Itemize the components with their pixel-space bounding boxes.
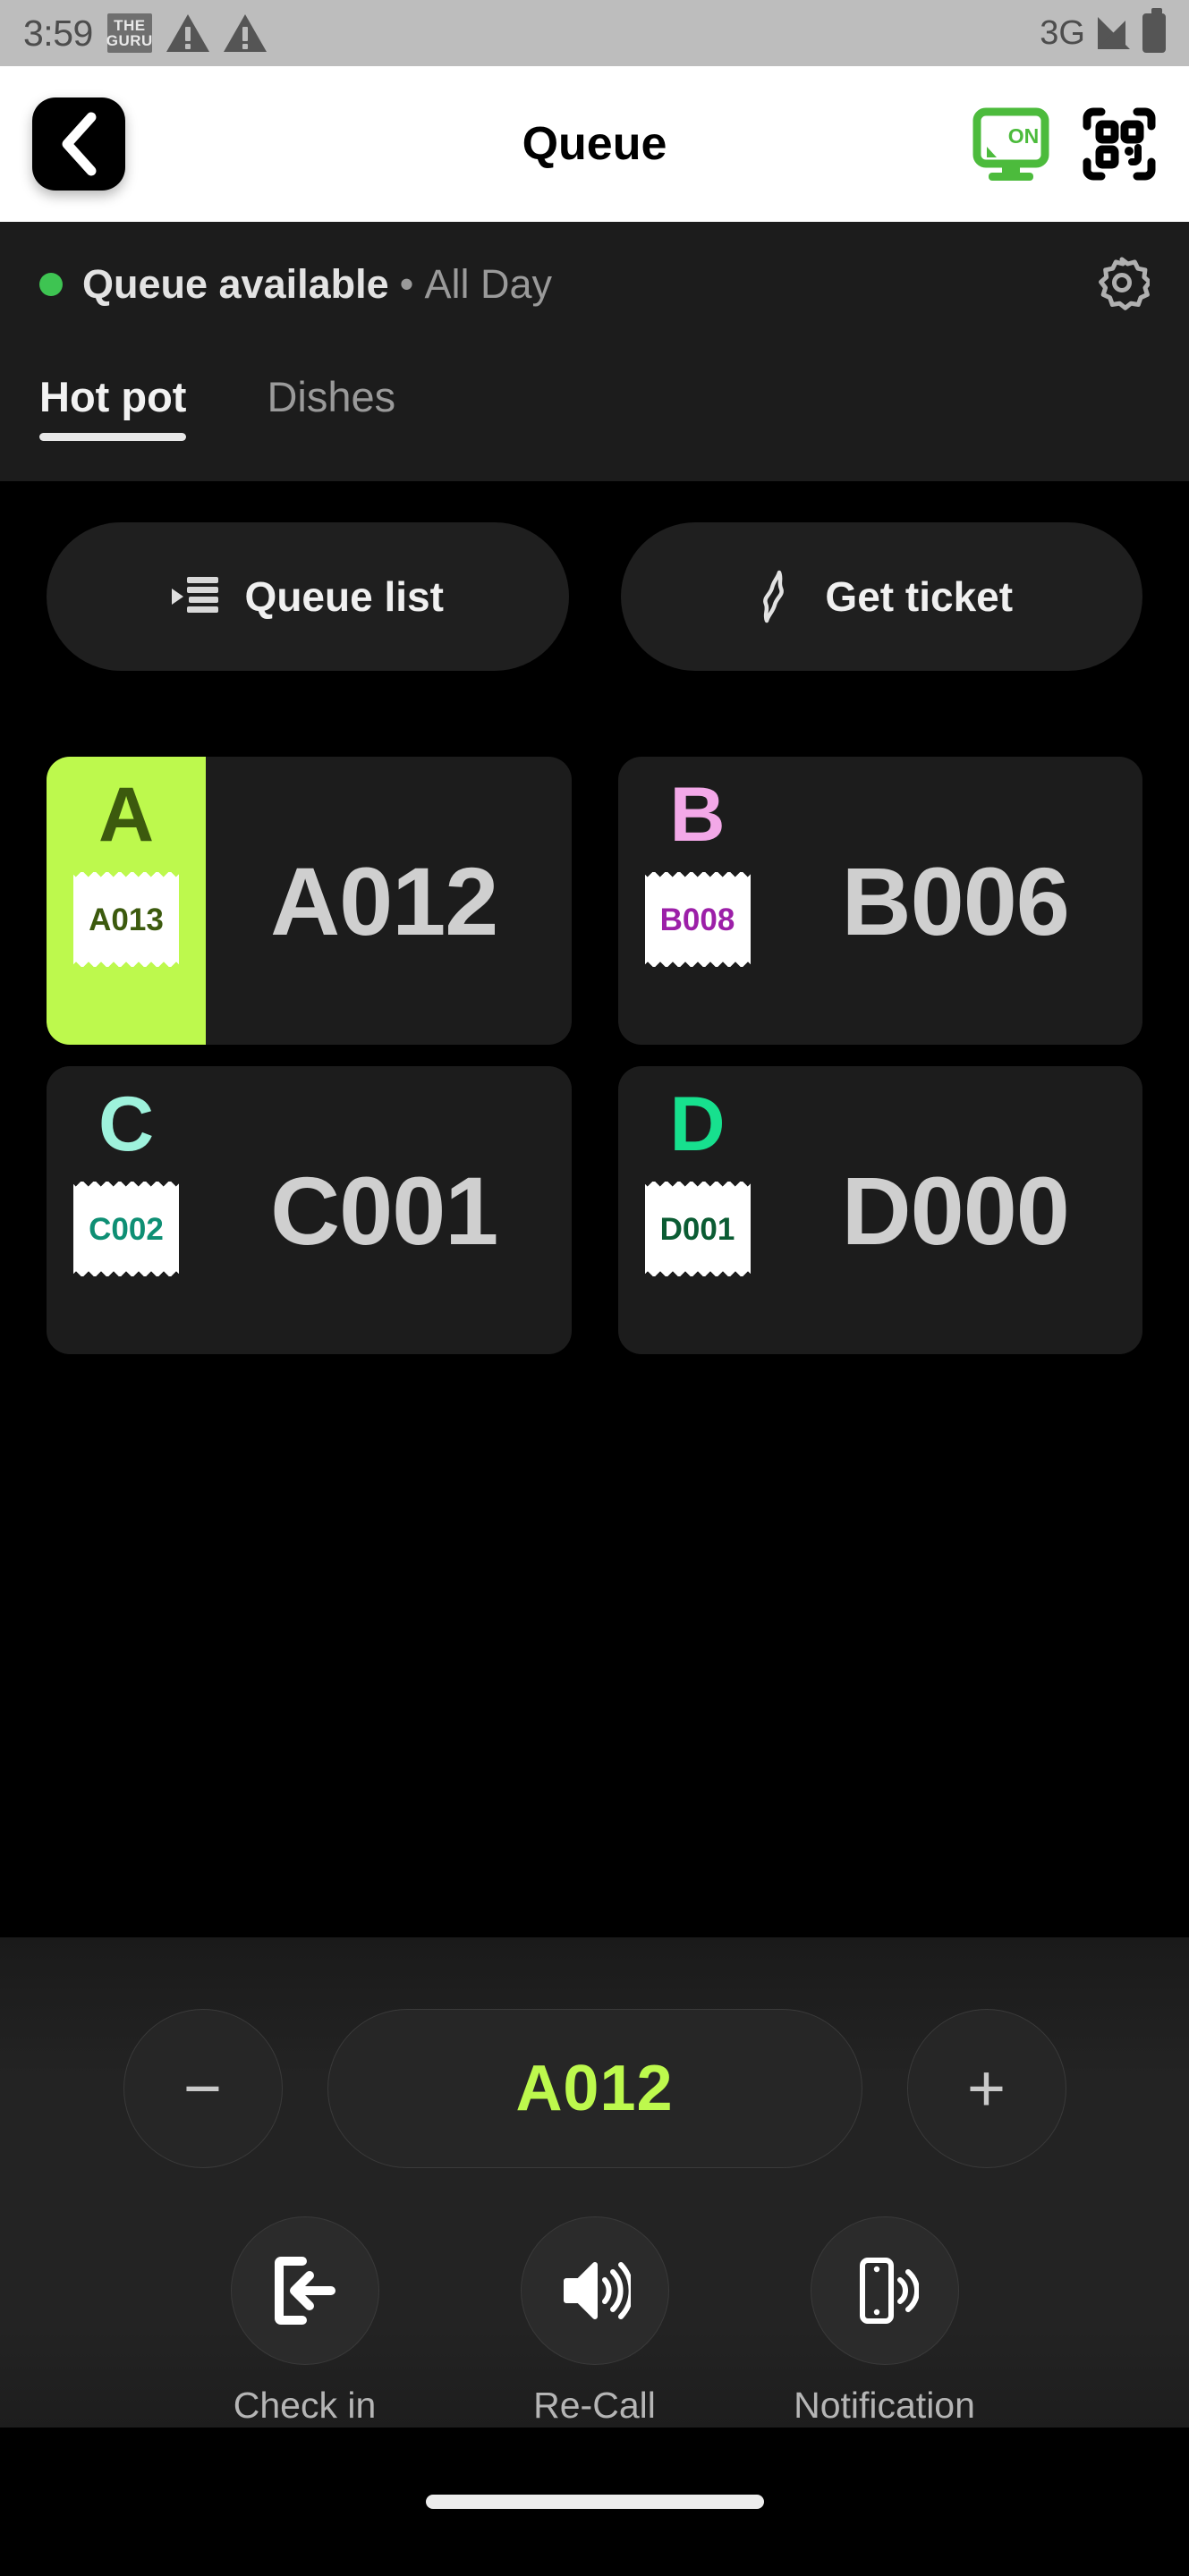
queue-card-a-letter: A <box>98 772 155 858</box>
queue-card-c[interactable]: C C002 C001 <box>47 1066 572 1354</box>
status-bar-right: 3G <box>1040 8 1166 53</box>
network-type-label: 3G <box>1040 13 1085 52</box>
status-bar-left: 3:59 THE GURU <box>23 13 267 55</box>
svg-text:ON: ON <box>1008 124 1040 148</box>
main-content: Queue list Get ticket A A013 A012 B B008 <box>0 481 1189 1869</box>
queue-card-c-current: C001 <box>270 1156 498 1265</box>
queue-card-c-next-ticket: C002 <box>89 1211 164 1247</box>
settings-button[interactable] <box>1094 255 1152 315</box>
app-header: Queue ON <box>0 66 1189 222</box>
header-actions: ON <box>972 106 1157 182</box>
speaker-icon <box>563 2262 631 2319</box>
status-separator: • <box>399 261 414 307</box>
guru-icon-line2: GURU <box>106 32 153 49</box>
queue-card-a-next-ticket: A013 <box>89 902 164 937</box>
queue-card-d-accent: D D001 <box>618 1066 777 1354</box>
re-call-button-circle <box>520 2216 669 2365</box>
ticket-icon <box>763 570 785 623</box>
queue-card-d-letter: D <box>669 1081 726 1167</box>
queue-card-c-ticket-stub: C002 <box>73 1182 179 1276</box>
ticket-stepper: − A012 + <box>0 1937 1189 2168</box>
gear-icon <box>1099 257 1152 310</box>
get-ticket-label: Get ticket <box>825 573 1014 620</box>
queue-card-grid: A A013 A012 B B008 B006 C C002 C001 D D0… <box>47 757 1142 1354</box>
queue-list-button[interactable]: Queue list <box>47 522 569 671</box>
minus-icon: − <box>183 2051 223 2126</box>
bottom-control-panel: − A012 + Check in Re-Call Notification <box>0 1937 1189 2428</box>
queue-card-b-ticket-stub: B008 <box>644 872 751 967</box>
guru-icon-line1: THE <box>114 17 146 34</box>
warning-triangle-icon <box>223 14 267 52</box>
queue-card-d-ticket-stub: D001 <box>644 1182 751 1276</box>
re-call-label: Re-Call <box>533 2385 656 2426</box>
queue-card-d-next-ticket: D001 <box>659 1211 735 1247</box>
list-play-icon <box>171 577 218 613</box>
category-tabs: Hot pot Dishes <box>0 347 1189 481</box>
qr-scan-icon <box>1083 107 1156 181</box>
queue-card-d[interactable]: D D001 D000 <box>617 1066 1142 1354</box>
check-in-icon <box>274 2257 335 2325</box>
tab-dishes[interactable]: Dishes <box>267 347 395 421</box>
status-bar: 3:59 THE GURU 3G <box>0 0 1189 66</box>
queue-card-a[interactable]: A A013 A012 <box>47 757 572 1045</box>
check-in-button-circle <box>230 2216 379 2365</box>
queue-toolbar: Queue list Get ticket <box>47 522 1142 671</box>
check-in-label: Check in <box>233 2385 377 2426</box>
queue-status-row: Queue available • All Day <box>0 222 1189 347</box>
phone-vibrate-icon <box>859 2258 919 2324</box>
monitor-on-icon: ON <box>972 107 1049 181</box>
queue-card-a-current: A012 <box>270 846 498 955</box>
back-button[interactable] <box>32 97 125 191</box>
notification-label: Notification <box>794 2385 975 2426</box>
queue-card-b-current: B006 <box>841 846 1070 955</box>
notification-button[interactable]: Notification <box>794 2216 975 2427</box>
queue-card-b-next-ticket: B008 <box>659 902 735 937</box>
queue-availability-label: Queue available <box>82 261 389 307</box>
home-indicator[interactable] <box>425 2495 764 2509</box>
signal-bars-icon <box>1098 17 1130 49</box>
queue-list-label: Queue list <box>244 573 444 620</box>
queue-card-d-current: D000 <box>841 1156 1070 1265</box>
get-ticket-button[interactable]: Get ticket <box>620 522 1142 671</box>
queue-card-b-accent: B B008 <box>618 757 777 1045</box>
warning-triangle-icon <box>166 14 209 52</box>
chevron-left-icon <box>62 112 97 176</box>
qr-scan-button[interactable] <box>1082 106 1157 182</box>
check-in-button[interactable]: Check in <box>216 2216 395 2427</box>
queue-card-b[interactable]: B B008 B006 <box>617 757 1142 1045</box>
re-call-button[interactable]: Re-Call <box>505 2216 684 2427</box>
plus-icon: + <box>966 2051 1006 2126</box>
display-on-button[interactable]: ON <box>972 107 1049 181</box>
notification-button-circle <box>810 2216 959 2365</box>
decrement-button[interactable]: − <box>123 2009 283 2168</box>
tab-hot-pot[interactable]: Hot pot <box>39 347 187 441</box>
queue-card-c-accent: C C002 <box>47 1066 206 1354</box>
the-guru-app-icon: THE GURU <box>106 13 153 53</box>
android-gesture-bar <box>0 2428 1189 2576</box>
queue-card-a-accent: A A013 <box>47 757 206 1045</box>
increment-button[interactable]: + <box>906 2009 1066 2168</box>
queue-card-c-letter: C <box>98 1081 155 1167</box>
status-indicator-dot <box>39 273 63 296</box>
queue-card-a-ticket-stub: A013 <box>73 872 179 967</box>
current-ticket-display[interactable]: A012 <box>327 2009 862 2168</box>
queue-card-b-letter: B <box>669 772 726 858</box>
current-ticket-value: A012 <box>515 2053 674 2124</box>
queue-schedule-label: All Day <box>424 261 552 307</box>
action-button-row: Check in Re-Call Notification <box>0 2216 1189 2427</box>
status-bar-clock: 3:59 <box>23 12 93 54</box>
battery-full-icon <box>1142 8 1166 53</box>
